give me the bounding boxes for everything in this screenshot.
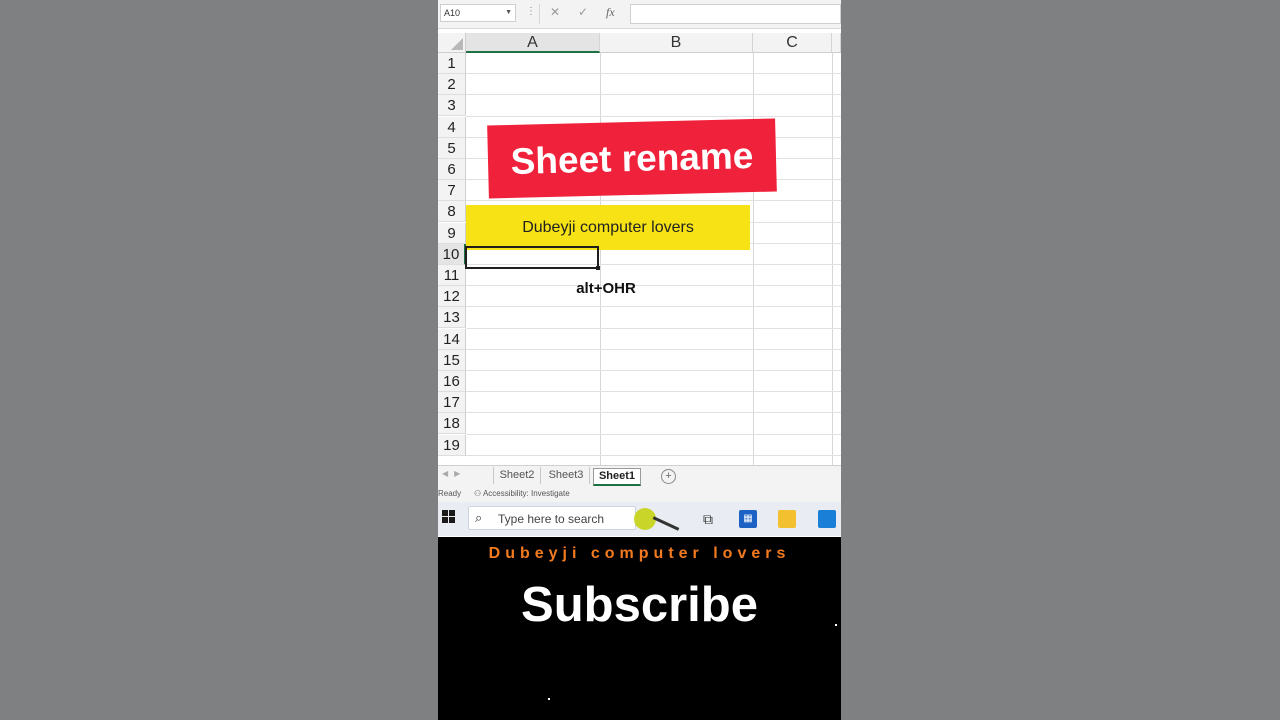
- grid-line: [466, 94, 841, 96]
- windows-start-icon[interactable]: [442, 510, 456, 524]
- grid-line: [466, 370, 841, 371]
- racket-icon: [652, 516, 680, 531]
- grid-line: [466, 115, 841, 117]
- tab-sheet1[interactable]: Sheet1: [593, 468, 641, 486]
- select-all-button[interactable]: [438, 33, 466, 53]
- row-header-15[interactable]: 15: [438, 349, 466, 371]
- mail-icon[interactable]: [818, 510, 836, 528]
- column-header-c[interactable]: C: [753, 33, 832, 53]
- decorative-dot: [548, 698, 550, 700]
- task-view-icon[interactable]: ⧉: [699, 510, 717, 528]
- grid-line: [466, 73, 841, 75]
- grid-line: [466, 348, 841, 350]
- active-cell-a10[interactable]: [465, 246, 600, 270]
- search-placeholder: Type here to search: [498, 512, 605, 526]
- row-header-3[interactable]: 3: [438, 95, 466, 117]
- row-header-9[interactable]: 9: [438, 222, 466, 244]
- chevron-down-icon[interactable]: ▼: [505, 5, 512, 21]
- row-header-16[interactable]: 16: [438, 371, 466, 392]
- worksheet-grid[interactable]: A B C 1 2 3 4 5 6 7 8 9 10 11 12 13 14 15 16 17 18 19 Shee…: [438, 33, 841, 467]
- tab-sheet2[interactable]: Sheet2: [493, 467, 541, 484]
- row-header-13[interactable]: 13: [438, 307, 466, 329]
- row-header-18[interactable]: 18: [438, 413, 466, 435]
- more-options-icon: ⋮: [526, 6, 536, 17]
- search-icon: ⌕: [475, 510, 483, 525]
- sheet-tabs-bar: ◀▶ Sheet2 Sheet3 Sheet1 +: [438, 465, 841, 487]
- grid-line: [466, 391, 841, 393]
- store-icon[interactable]: ▦: [739, 510, 757, 528]
- row-header-8[interactable]: 8: [438, 201, 466, 223]
- grid-line: [466, 327, 841, 329]
- name-box[interactable]: A10 ▼: [440, 4, 516, 22]
- status-bar: Ready ⚇ Accessibility: Investigate: [438, 486, 841, 502]
- status-ready: Ready: [438, 489, 462, 498]
- row-header-14[interactable]: 14: [438, 328, 466, 350]
- tab-scroll-icons[interactable]: ◀▶: [442, 469, 466, 478]
- row-header-1[interactable]: 1: [438, 53, 466, 74]
- row-header-17[interactable]: 17: [438, 392, 466, 414]
- title-banner: Sheet rename: [487, 118, 777, 199]
- row-header-12[interactable]: 12: [438, 286, 466, 308]
- subscribe-text: Subscribe: [521, 578, 758, 632]
- highlighted-cell-text[interactable]: Dubeyji computer lovers: [466, 205, 750, 250]
- channel-name: Dubeyji computer lovers: [488, 545, 791, 562]
- row-header-7[interactable]: 7: [438, 180, 466, 202]
- formula-bar: A10 ▼ ⋮ ✕ ✓ fx: [438, 0, 841, 29]
- name-box-value: A10: [444, 8, 461, 18]
- add-sheet-icon[interactable]: +: [661, 469, 676, 484]
- grid-line: [466, 433, 841, 435]
- column-header-d[interactable]: [832, 33, 841, 53]
- formula-input[interactable]: [630, 4, 841, 24]
- accessibility-icon: ⚇: [474, 489, 482, 498]
- decorative-dot: [835, 624, 837, 626]
- shortcut-text[interactable]: alt+OHR: [558, 280, 654, 297]
- row-header-4[interactable]: 4: [438, 116, 466, 138]
- tab-sheet3[interactable]: Sheet3: [543, 467, 590, 484]
- row-header-5[interactable]: 5: [438, 137, 466, 159]
- row-header-11[interactable]: 11: [438, 265, 466, 286]
- file-explorer-icon[interactable]: [778, 510, 796, 528]
- accessibility-status[interactable]: ⚇ Accessibility: Investigate: [474, 486, 570, 502]
- column-header-a[interactable]: A: [466, 33, 600, 53]
- grid-line: [466, 200, 841, 202]
- cancel-icon[interactable]: ✕: [550, 5, 560, 19]
- taskbar: ⌕ Type here to search ⧉ ▦: [438, 502, 841, 536]
- grid-line: [466, 412, 841, 414]
- accessibility-label: Accessibility: Investigate: [482, 489, 570, 498]
- fill-handle[interactable]: [596, 266, 600, 270]
- row-header-19[interactable]: 19: [438, 434, 466, 456]
- grid-line: [466, 454, 841, 456]
- taskbar-search-box[interactable]: ⌕ Type here to search: [468, 506, 636, 530]
- row-header-2[interactable]: 2: [438, 74, 466, 96]
- formula-bar-divider: [539, 4, 540, 24]
- phone-screen: A10 ▼ ⋮ ✕ ✓ fx A B C 1 2 3 4 5 6 7 8 9 10 11 12 13 14…: [438, 0, 841, 720]
- video-caption-panel: Dubeyji computer lovers Subscribe: [438, 537, 841, 720]
- row-header-10[interactable]: 10: [438, 243, 466, 265]
- column-header-b[interactable]: B: [600, 33, 753, 53]
- enter-icon[interactable]: ✓: [578, 5, 588, 19]
- insert-function-icon[interactable]: fx: [606, 5, 615, 20]
- row-header-6[interactable]: 6: [438, 159, 466, 180]
- grid-line: [466, 306, 841, 308]
